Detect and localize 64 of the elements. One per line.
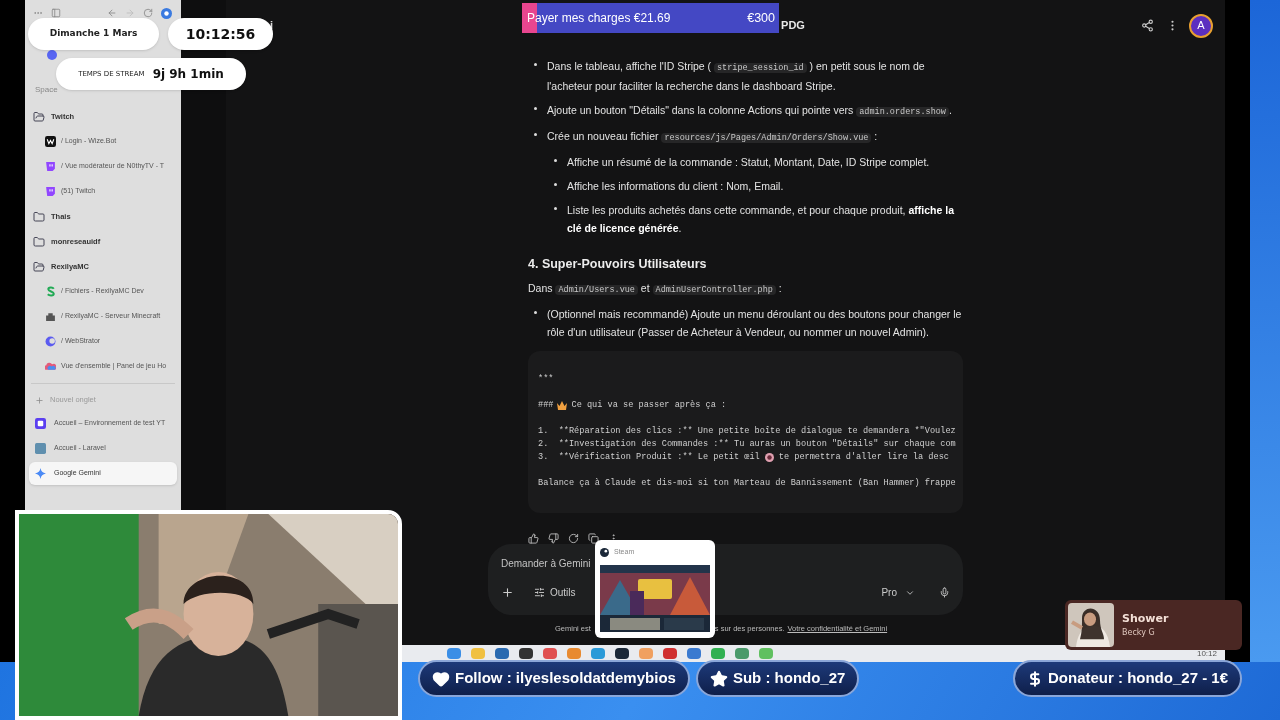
back-icon[interactable] [107,8,117,18]
bullet-text: Liste les produits achetés dans cette commande, et pour chaque produit, affiche la clé de licence générée. [567,203,955,237]
bullet-text: (Optionnel mais recommandé) Ajoute un menu déroulant ou des boutons pour changer le rôle d'un utilisateur (Passer de Acheteur à Vendeur, ou nommer un nouvel Admin). [547,307,963,341]
stream-time: 9j 9h 1min [152,66,224,83]
bot-logo-icon [45,136,56,147]
add-icon[interactable] [501,586,514,600]
code-text: 3. **Vérification Produit :** Le petit œil [538,451,760,465]
alert-text: Follow : ilyeslesoldatdemybios [455,668,676,689]
song-title: Shower [1122,610,1169,627]
code-line: 1. **Réparation des clics :** Une petite boîte de dialogue te demandera *"Voulez [538,425,956,439]
chat-bubble-icon [45,186,56,197]
song-artist: Becky G [1122,627,1156,640]
alert-text: Donateur : hondo_27 - 1€ [1047,668,1228,689]
chat-icon[interactable] [47,50,57,60]
microphone-icon[interactable] [939,587,950,599]
prompt-input[interactable]: Demander à Gemini [501,556,591,572]
thumbs-down-icon[interactable] [548,533,559,545]
bullet-text: Ajoute un bouton "Détails" dans la colonne Actions qui pointe vers admin.orders.show . [547,103,952,120]
bullet-text: Crée un nouveau fichier resources/js/Pages/Admin/Orders/Show.vue : [547,129,878,146]
star-icon [709,669,728,688]
model-button[interactable]: Pro [881,585,915,601]
avatar[interactable]: A [1189,13,1213,38]
chat-title: PDG [781,18,805,34]
code-text: te permettra d'aller lire la desc [778,451,949,465]
page-title: i [270,18,274,34]
reload-icon[interactable] [143,8,153,18]
code-line: *** [538,373,554,387]
crescent-icon [45,336,56,347]
regenerate-icon[interactable] [568,533,579,545]
section-label: Space [34,84,59,96]
share-icon[interactable] [1141,19,1154,33]
square-icon [35,443,46,454]
code-line: Balance ça à Claude et dis-moi si ton Marteau de Bannissement (Ban Hammer) frappe [538,477,956,491]
tools-button[interactable]: Outils [534,585,576,601]
heart-icon [432,669,450,688]
bullet-text: Affiche les informations du client : Nom, Email. [567,179,784,195]
extension-icon[interactable] [161,7,172,19]
paragraph-text: Dans Admin/Users.vue et AdminUserController.php : [528,281,783,298]
chat-bubble-icon [45,161,56,172]
sparkle-icon [35,468,46,479]
crown-icon [557,401,568,411]
taskbar-icon[interactable] [519,648,533,659]
steam-logo-icon [600,547,609,557]
sliders-icon [534,587,545,599]
castle-icon [45,311,56,322]
sidebar-toggle-icon[interactable] [51,8,61,18]
code-line: 2. **Investigation des Commandes :** Tu auras un bouton "Détails" sur chaque com [538,438,956,452]
code-text: Ce qui va se passer après ça : [571,399,727,413]
taskbar-icon[interactable] [615,648,629,659]
eye-icon [764,453,774,463]
thumbs-up-icon[interactable] [528,533,539,545]
section-heading: 4. Super-Pouvoirs Utilisateurs [528,256,708,274]
plus-icon [35,395,44,405]
bullet-text: Dans le tableau, affiche l'ID Stripe ( stripe_session_id ) en petit sous le nom de l'acheteur pour faciliter la recherche dans le dashboard Stripe. [547,59,926,95]
alert-text: Sub : hondo_27 [732,668,846,689]
copy-icon[interactable] [588,533,599,545]
square-icon [35,418,46,429]
s-logo-icon [45,286,56,297]
bullet-text: Affiche un résumé de la commande : Statut, Montant, Date, ID Stripe complet. [567,155,930,171]
code-text: ### [538,399,554,413]
cloud-icon [45,361,56,372]
goal-target: €300 [747,9,775,27]
taskbar-clock: 10:12 [1196,647,1217,660]
date-pill: Dimanche 1 Mars [28,18,159,50]
